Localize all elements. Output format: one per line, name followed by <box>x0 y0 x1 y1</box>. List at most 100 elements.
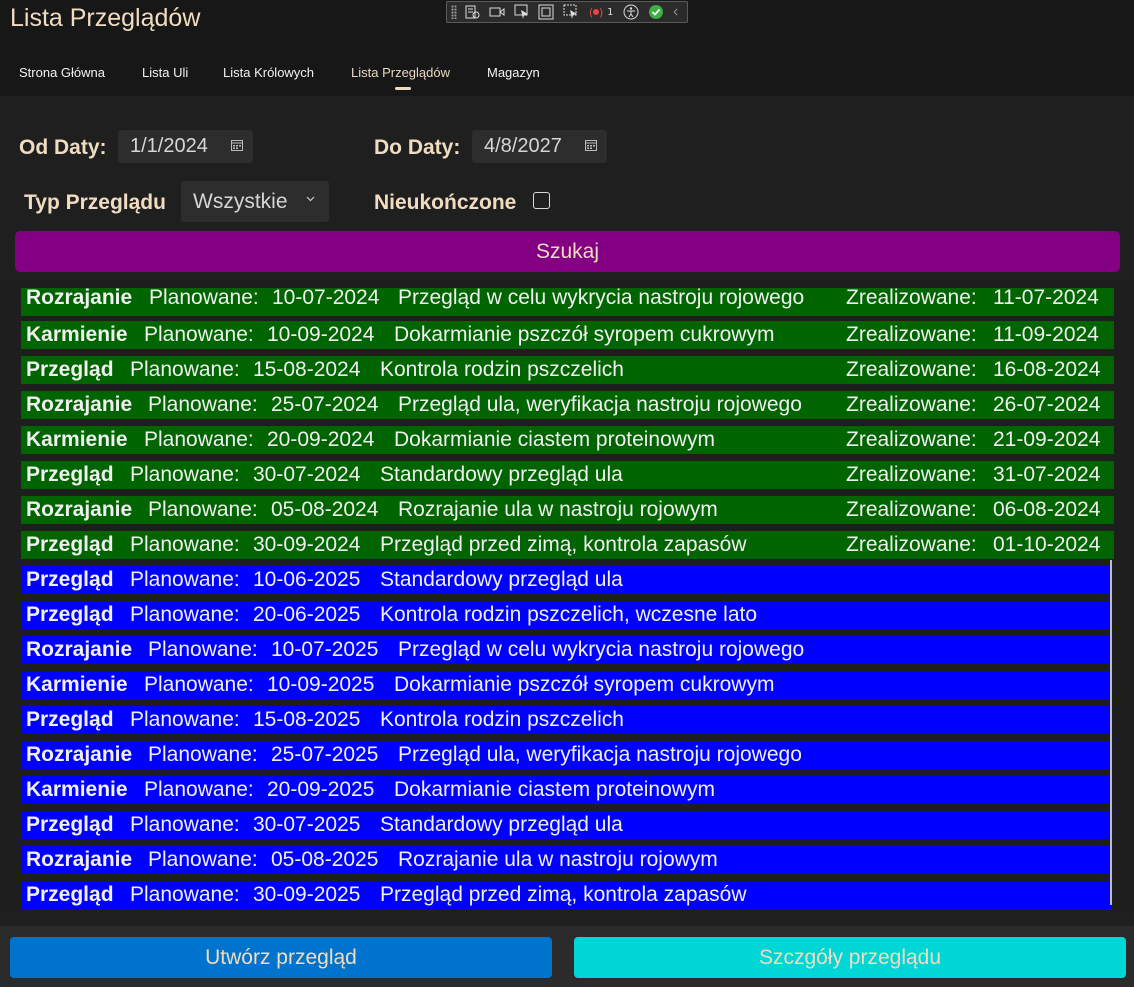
inspection-type: Przegląd <box>26 883 114 906</box>
list-item[interactable]: Przegląd Planowane: 15-08-2025 Kontrola … <box>21 706 1111 734</box>
inspection-list[interactable]: Rozrajanie Planowane: 10-07-2024 Przeglą… <box>0 280 1134 910</box>
inspection-description: Rozrajanie ula w nastroju rojowym <box>398 848 718 871</box>
planned-date: 15-08-2024 <box>253 358 361 381</box>
list-item[interactable]: Przegląd Planowane: 20-06-2025 Kontrola … <box>21 601 1111 629</box>
list-scrollbar[interactable] <box>1110 560 1112 905</box>
planned-date: 10-06-2025 <box>253 568 361 591</box>
realized-label: Zrealizowane: <box>846 288 977 309</box>
inspection-description: Przegląd w celu wykrycia nastroju rojowe… <box>398 638 805 661</box>
list-item[interactable]: Karmienie Planowane: 20-09-2024 Dokarmia… <box>21 426 1114 454</box>
realized-label: Zrealizowane: <box>846 533 977 556</box>
inspection-description: Przegląd w celu wykrycia nastroju rojowe… <box>398 288 805 309</box>
inspection-description: Rozrajanie ula w nastroju rojowym <box>398 498 718 521</box>
accessibility-icon[interactable] <box>622 3 641 21</box>
unfinished-checkbox[interactable] <box>533 192 550 209</box>
live-visual-tree-icon[interactable] <box>463 3 482 21</box>
list-item[interactable]: Przegląd Planowane: 15-08-2024 Kontrola … <box>21 356 1114 384</box>
to-date-label: Do Daty: <box>374 136 461 159</box>
inspection-type: Przegląd <box>26 603 114 626</box>
collapse-icon[interactable] <box>671 3 681 21</box>
display-layout-icon[interactable] <box>537 3 556 21</box>
from-date-picker[interactable]: 1/1/2024 <box>118 130 253 163</box>
hot-reload-icon[interactable] <box>646 3 665 21</box>
inspection-type: Rozrajanie <box>26 288 133 309</box>
inspection-description: Przegląd przed zimą, kontrola zapasów <box>380 533 747 556</box>
list-item[interactable]: Przegląd Planowane: 30-07-2025 Standardo… <box>21 811 1111 839</box>
planned-date: 10-07-2025 <box>271 638 379 661</box>
list-item[interactable]: Przegląd Planowane: 30-07-2024 Standardo… <box>21 461 1114 489</box>
planned-date: 30-09-2025 <box>253 883 361 906</box>
planned-label: Planowane: <box>144 778 254 801</box>
svg-text:): ) <box>599 6 603 19</box>
planned-date: 10-09-2024 <box>267 323 375 346</box>
planned-label: Planowane: <box>130 813 240 836</box>
planned-date: 20-09-2024 <box>267 428 375 451</box>
list-item[interactable]: Przegląd Planowane: 10-06-2025 Standardo… <box>21 566 1111 594</box>
inspection-type: Karmienie <box>26 778 128 801</box>
to-date-picker[interactable]: 4/8/2027 <box>472 130 607 163</box>
window-title: Lista Przeglądów <box>10 4 201 32</box>
inspection-description: Standardowy przegląd ula <box>380 813 623 836</box>
list-item[interactable]: Karmienie Planowane: 10-09-2024 Dokarmia… <box>21 321 1114 349</box>
record-icon[interactable] <box>487 3 506 21</box>
inspection-type-select[interactable]: Wszystkie <box>181 181 329 222</box>
list-item[interactable]: Przegląd Planowane: 30-09-2025 Przegląd … <box>21 881 1111 909</box>
inspection-description: Przegląd ula, weryfikacja nastroju rojow… <box>398 743 802 766</box>
list-item[interactable]: Rozrajanie Planowane: 10-07-2024 Przeglą… <box>21 288 1114 316</box>
inspection-description: Przegląd ula, weryfikacja nastroju rojow… <box>398 393 802 416</box>
list-item[interactable]: Rozrajanie Planowane: 05-08-2025 Rozraja… <box>21 846 1111 874</box>
svg-text:(: ( <box>589 6 593 19</box>
inspection-details-button[interactable]: Szczgóły przeglądu <box>574 937 1126 978</box>
list-item[interactable]: Rozrajanie Planowane: 10-07-2025 Przeglą… <box>21 636 1111 664</box>
inspection-description: Kontrola rodzin pszczelich <box>380 358 624 381</box>
planned-label: Planowane: <box>130 708 240 731</box>
planned-label: Planowane: <box>130 463 240 486</box>
create-inspection-button[interactable]: Utwórz przegląd <box>10 937 552 978</box>
active-tab-indicator <box>395 87 411 90</box>
realized-label: Zrealizowane: <box>846 463 977 486</box>
planned-label: Planowane: <box>130 568 240 591</box>
from-date-label: Od Daty: <box>19 136 107 159</box>
nav-item-lista-krolowych[interactable]: Lista Królowych <box>223 65 314 80</box>
nav-item-magazyn[interactable]: Magazyn <box>487 65 540 80</box>
planned-date: 20-06-2025 <box>253 603 361 626</box>
toolbar-grip[interactable] <box>451 5 457 19</box>
realized-label: Zrealizowane: <box>846 393 977 416</box>
inspection-type: Karmienie <box>26 428 128 451</box>
track-focus-icon[interactable] <box>562 3 581 21</box>
inspection-type: Przegląd <box>26 533 114 556</box>
list-item[interactable]: Rozrajanie Planowane: 25-07-2025 Przeglą… <box>21 741 1111 769</box>
planned-label: Planowane: <box>148 638 258 661</box>
list-item[interactable]: Rozrajanie Planowane: 25-07-2024 Przeglą… <box>21 391 1114 419</box>
realized-date: 26-07-2024 <box>993 393 1101 416</box>
list-item[interactable]: Przegląd Planowane: 30-09-2024 Przegląd … <box>21 531 1114 559</box>
planned-date: 15-08-2025 <box>253 708 361 731</box>
navigation-bar: Strona Główna Lista Uli Lista Królowych … <box>0 48 1134 96</box>
planned-label: Planowane: <box>130 603 240 626</box>
planned-label: Planowane: <box>148 498 258 521</box>
realized-label: Zrealizowane: <box>846 498 977 521</box>
select-element-icon[interactable] <box>512 3 531 21</box>
inspection-type-value: Wszystkie <box>193 190 288 213</box>
inspection-type-label: Typ Przeglądu <box>24 191 166 214</box>
search-button[interactable]: Szukaj <box>15 231 1120 272</box>
nav-item-lista-uli[interactable]: Lista Uli <box>142 65 188 80</box>
inspection-description: Standardowy przegląd ula <box>380 463 623 486</box>
inspection-type: Przegląd <box>26 463 114 486</box>
inspection-type: Rozrajanie <box>26 638 133 661</box>
nav-item-lista-przegladow[interactable]: Lista Przeglądów <box>351 65 450 80</box>
nav-item-strona-glowna[interactable]: Strona Główna <box>19 65 105 80</box>
planned-date: 25-07-2025 <box>271 743 379 766</box>
planned-label: Planowane: <box>130 358 240 381</box>
list-item[interactable]: Karmienie Planowane: 20-09-2025 Dokarmia… <box>21 776 1111 804</box>
binding-failures-icon[interactable]: () <box>586 3 605 21</box>
inspection-type: Karmienie <box>26 673 128 696</box>
calendar-icon <box>231 140 243 151</box>
planned-date: 10-09-2025 <box>267 673 375 696</box>
realized-date: 31-07-2024 <box>993 463 1101 486</box>
list-item[interactable]: Rozrajanie Planowane: 05-08-2024 Rozraja… <box>21 496 1114 524</box>
inspection-type: Rozrajanie <box>26 393 133 416</box>
list-item[interactable]: Karmienie Planowane: 10-09-2025 Dokarmia… <box>21 671 1111 699</box>
inspection-description: Dokarmianie ciastem proteinowym <box>394 428 715 451</box>
realized-date: 11-07-2024 <box>993 288 1099 309</box>
